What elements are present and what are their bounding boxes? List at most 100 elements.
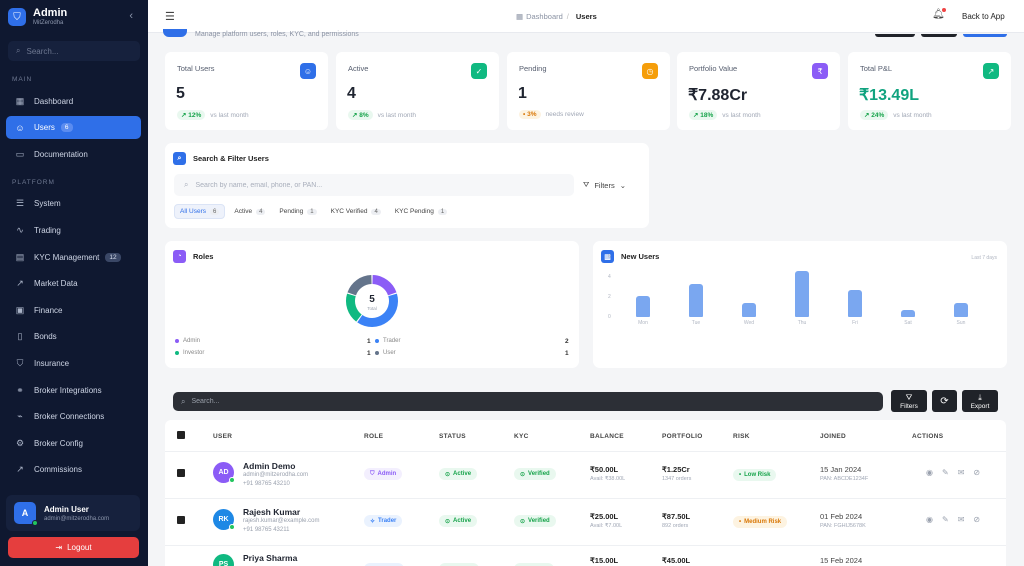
breadcrumb-dashboard[interactable]: Dashboard xyxy=(526,12,563,21)
header-portfolio[interactable]: PORTFOLIO xyxy=(662,433,703,440)
breadcrumb: ▦ Dashboard / Users xyxy=(516,12,597,21)
chip-kyc-verified[interactable]: KYC Verified 4 xyxy=(326,204,386,219)
edit-icon[interactable]: ✎ xyxy=(942,468,949,477)
table-row[interactable]: RK Rajesh Kumar rajesh.kumar@example.com… xyxy=(165,499,1006,545)
document-icon: ▯ xyxy=(17,331,23,341)
sidebar-item-users[interactable]: ☺ Users 6 xyxy=(6,116,141,139)
select-all-checkbox[interactable] xyxy=(177,431,185,439)
search-icon: ⌕ xyxy=(16,46,21,55)
sidebar-item-dashboard[interactable]: ▦ Dashboard xyxy=(6,90,141,113)
header-action-button-1[interactable] xyxy=(875,34,915,37)
sidebar-search-input[interactable] xyxy=(26,46,127,56)
current-user-email: admin@mitzerodha.com xyxy=(44,515,110,522)
chip-active[interactable]: Active 4 xyxy=(229,204,270,219)
order-count: 1347 orders xyxy=(662,476,692,482)
y-tick-label: 0 xyxy=(608,314,611,320)
roles-donut-chart: 5 Total xyxy=(346,275,398,327)
row-checkbox[interactable] xyxy=(177,516,185,524)
edit-icon[interactable]: ✎ xyxy=(942,515,949,524)
header-action-button-2[interactable] xyxy=(921,34,957,37)
users-table: USER ROLE STATUS KYC BALANCE PORTFOLIO R… xyxy=(165,420,1006,566)
table-row[interactable]: AD Admin Demo admin@mitzerodha.com +91 9… xyxy=(165,452,1006,498)
row-actions: ◉ ✎ ✉ ⊘ xyxy=(926,515,989,524)
block-icon[interactable]: ⊘ xyxy=(973,515,980,524)
header-kyc[interactable]: KYC xyxy=(514,433,529,440)
joined-date: 15 Feb 2024 xyxy=(820,556,863,565)
table-filters-button[interactable]: ⛛ Filters xyxy=(891,390,927,412)
legend-admin-count: 1 xyxy=(367,338,371,345)
bar-sat xyxy=(901,310,915,317)
refresh-button[interactable]: ⟳ xyxy=(932,390,957,412)
view-eye-icon[interactable]: ◉ xyxy=(926,468,933,477)
balance: ₹15.00L xyxy=(590,556,619,565)
shield-logo-icon: ⛉ xyxy=(8,8,26,26)
table-row[interactable]: PS Priya Sharma ₹15.00L ₹45.00L 15 Feb 2… xyxy=(165,546,1006,566)
current-user-card[interactable]: A Admin User admin@mitzerodha.com xyxy=(6,495,140,531)
pan-number: PAN: ABCDE1234F xyxy=(820,476,869,482)
row-checkbox[interactable] xyxy=(177,469,185,477)
back-to-app-link[interactable]: Back to App xyxy=(962,12,1005,21)
roles-panel: ◔ Roles 5 Total Admin 1 Trader 2 Investor… xyxy=(165,241,579,368)
mail-icon[interactable]: ✉ xyxy=(958,515,965,524)
menu-icon[interactable]: ☰ xyxy=(165,10,175,23)
user-search-input[interactable] xyxy=(195,181,556,189)
sidebar-item-documentation[interactable]: ▭ Documentation xyxy=(6,143,141,166)
x-tick-label: Fri xyxy=(852,320,858,326)
sidebar-item-kyc-management[interactable]: ▤ KYC Management 12 xyxy=(6,246,141,269)
chart-up-icon: ↗ xyxy=(16,464,24,474)
mail-icon[interactable]: ✉ xyxy=(958,468,965,477)
bar-mon xyxy=(636,296,650,317)
gear-icon: ⚙ xyxy=(15,438,25,448)
avatar: AD xyxy=(213,462,235,483)
user-name[interactable]: Rajesh Kumar xyxy=(243,507,300,517)
stat-change: ↗ 18% xyxy=(689,110,718,120)
sidebar: ⛉ Admin MitZerodha ‹ ⌕ MAIN ▦Dashboard ☺… xyxy=(0,0,148,566)
filters-dropdown[interactable]: ⛛ Filters ⌄ xyxy=(583,180,626,190)
block-icon[interactable]: ⊘ xyxy=(973,468,980,477)
chip-pending[interactable]: Pending 1 xyxy=(274,204,321,219)
header-risk[interactable]: RISK xyxy=(733,433,750,440)
users-icon: ☺ xyxy=(300,63,316,79)
sidebar-item-bonds[interactable]: ▯ Bonds xyxy=(6,325,141,348)
pan-number: PAN: FGHIJ5678K xyxy=(820,523,866,529)
wallet-icon: ▣ xyxy=(15,305,25,315)
user-name[interactable]: Priya Sharma xyxy=(243,553,297,563)
header-joined[interactable]: JOINED xyxy=(820,433,846,440)
activity-icon: ∿ xyxy=(16,225,24,235)
page-subtitle: Manage platform users, roles, KYC, and p… xyxy=(195,31,359,38)
chip-all-users[interactable]: All Users 6 xyxy=(174,204,226,219)
header-role[interactable]: ROLE xyxy=(364,433,383,440)
table-search-input[interactable] xyxy=(191,398,792,405)
collapse-sidebar-icon[interactable]: ‹ xyxy=(129,10,133,22)
header-balance[interactable]: BALANCE xyxy=(590,433,624,440)
logout-button[interactable]: ⇥ Logout xyxy=(8,537,139,558)
current-user-name: Admin User xyxy=(44,504,89,514)
header-user[interactable]: USER xyxy=(213,433,232,440)
user-name[interactable]: Admin Demo xyxy=(243,461,295,471)
bell-icon[interactable]: 🔔︎ xyxy=(932,8,946,20)
sidebar-item-system[interactable]: ☰ System xyxy=(6,192,141,215)
dot-icon: • xyxy=(739,519,742,525)
sidebar-item-market-data[interactable]: ↗ Market Data xyxy=(6,272,141,295)
header-action-button-3[interactable] xyxy=(963,34,1007,37)
sidebar-item-trading[interactable]: ∿ Trading xyxy=(6,219,141,242)
filter-icon: ⛛ xyxy=(905,392,913,402)
sidebar-item-broker-connections[interactable]: ⌁ Broker Connections xyxy=(6,405,141,428)
stat-change: • 3% xyxy=(519,110,541,119)
chip-kyc-pending[interactable]: KYC Pending 1 xyxy=(390,204,452,219)
sidebar-item-broker-config[interactable]: ⚙ Broker Config xyxy=(6,432,141,455)
sidebar-item-insurance[interactable]: ⛉ Insurance xyxy=(6,352,141,375)
view-eye-icon[interactable]: ◉ xyxy=(926,515,933,524)
header-status[interactable]: STATUS xyxy=(439,433,466,440)
sidebar-item-broker-integrations[interactable]: ⚭ Broker Integrations xyxy=(6,379,141,402)
export-button[interactable]: ⤓ Export xyxy=(962,390,998,412)
y-tick-label: 6 xyxy=(608,254,611,260)
portfolio-value: ₹45.00L xyxy=(662,556,691,565)
joined-date: 01 Feb 2024 xyxy=(820,512,863,521)
sidebar-item-commissions[interactable]: ↗ Commissions xyxy=(6,458,141,481)
legend-investor: Investor xyxy=(175,350,204,356)
user-email: admin@mitzerodha.com xyxy=(243,472,309,478)
sidebar-item-finance[interactable]: ▣ Finance xyxy=(6,299,141,322)
filter-icon: ⛛ xyxy=(583,180,590,189)
brand[interactable]: ⛉ Admin MitZerodha xyxy=(8,7,67,27)
